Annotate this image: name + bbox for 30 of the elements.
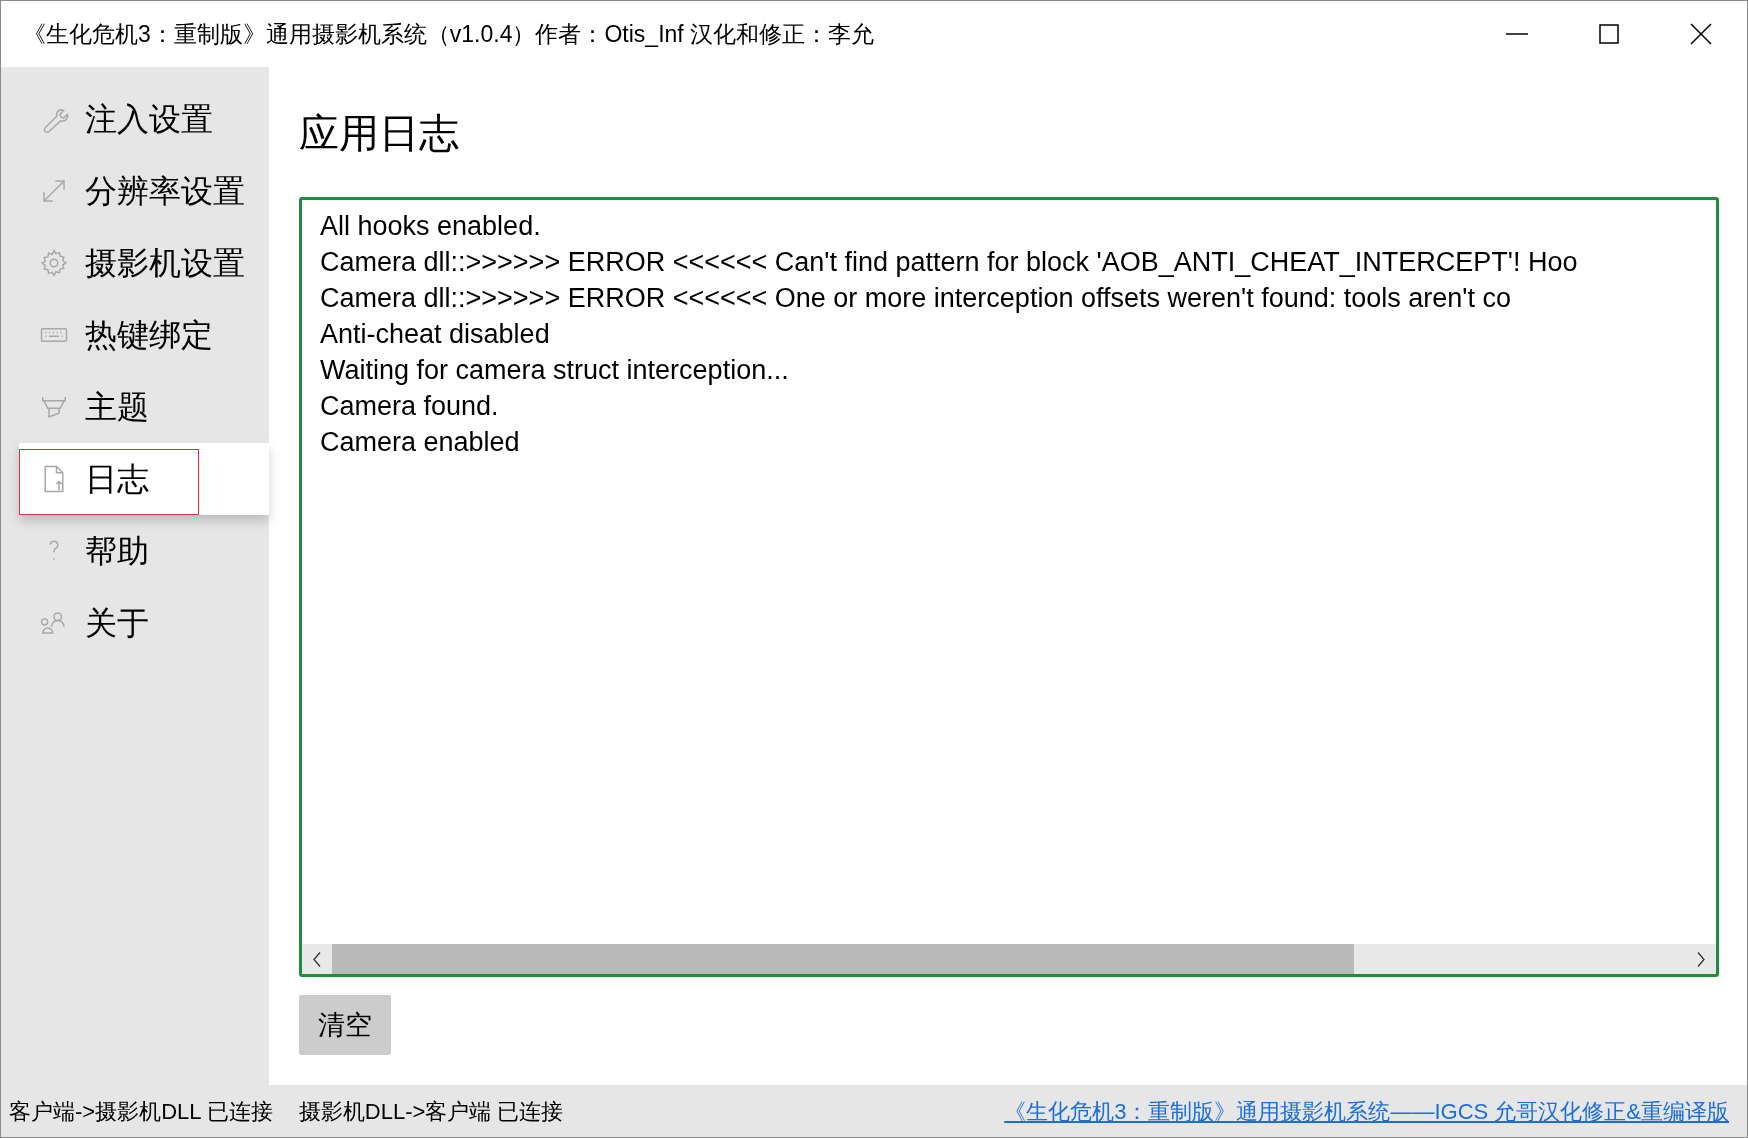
log-line: Waiting for camera struct interception... xyxy=(320,354,789,387)
sidebar-item[interactable]: 分辨率设置 xyxy=(19,155,269,227)
sidebar-item[interactable]: 日志 xyxy=(19,443,269,515)
log-box[interactable] xyxy=(299,197,1719,977)
status-text: 客户端->摄影机DLL 已连接 xyxy=(9,1097,273,1126)
log-line: Camera found. xyxy=(320,390,499,423)
log-line: Camera enabled xyxy=(320,426,520,459)
sidebar-item[interactable]: 摄影机设置 xyxy=(19,227,269,299)
status-text: 摄影机DLL->客户端 已连接 xyxy=(298,1097,564,1126)
scroll-right-icon xyxy=(1697,951,1705,967)
scroll-left-icon xyxy=(313,951,321,967)
sidebar-item[interactable]: 关于 xyxy=(19,587,269,659)
page-title: 应用日志 xyxy=(299,110,460,157)
log-line: All hooks enabled. xyxy=(320,210,541,243)
log-line: Camera dll::>>>>>> ERROR <<<<<< One or more interception offsets weren't found: tools aren't co xyxy=(320,282,1511,315)
log-line: Camera dll::>>>>>> ERROR <<<<<< Can't find pattern for block 'AOB_ANTI_CHEAT_INTERCEPT'! Hoo xyxy=(320,246,1578,279)
minimize-icon xyxy=(1506,33,1528,35)
sidebar-item[interactable]: 主题 xyxy=(19,371,269,443)
settings-icon xyxy=(39,248,69,278)
close-icon xyxy=(1690,23,1712,45)
status-link[interactable]: 《生化危机3：重制版》通用摄影机系统——IGCS 允哥汉化修正&重编译版 xyxy=(1004,1094,1729,1128)
sidebar-item[interactable]: 帮助 xyxy=(19,515,269,587)
log-line: Anti-cheat disabled xyxy=(320,318,550,351)
horizontal-scrollbar[interactable] xyxy=(302,944,1716,974)
maximize-icon xyxy=(1599,24,1619,44)
window-title: 《生化危机3：重制版》通用摄影机系统（v1.0.4）作者：Otis_Inf 汉化和修正：李允 xyxy=(23,19,875,49)
sidebar-item[interactable]: 注入设置 xyxy=(19,83,269,155)
sidebar-item[interactable]: 热键绑定 xyxy=(19,299,269,371)
scrollbar-thumb[interactable] xyxy=(332,944,1354,974)
clear-button[interactable]: 清空 xyxy=(299,995,391,1055)
